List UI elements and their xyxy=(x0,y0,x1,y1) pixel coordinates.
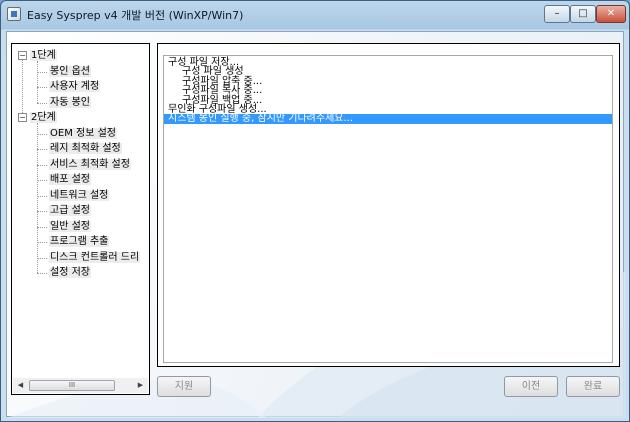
tree-item-label: 봉인 옵션 xyxy=(49,65,91,77)
tree-connector xyxy=(37,180,47,181)
tree-item[interactable]: 설정 저장 xyxy=(49,266,91,280)
tree-item-label: 고급 설정 xyxy=(49,205,91,216)
close-button[interactable]: ✕ xyxy=(596,5,626,23)
title-bar[interactable]: Easy Sysprep v4 개발 버전 (WinXP/Win7) – □ ✕ xyxy=(1,1,629,29)
scroll-right-arrow-icon[interactable]: ▶ xyxy=(133,378,148,393)
log-line-selected[interactable]: 시스템 봉인 실행 중, 잠시만 기다려주세요... xyxy=(164,114,612,125)
tree-item[interactable]: 레지 최적화 설정 xyxy=(49,142,122,156)
window-title: Easy Sysprep v4 개발 버전 (WinXP/Win7) xyxy=(27,9,244,22)
tree-connector xyxy=(37,71,47,73)
tree-group-label: 1단계 xyxy=(30,50,57,61)
tree-item[interactable]: 일반 설정 xyxy=(49,220,91,234)
tree-connector xyxy=(37,273,47,274)
tree-item-label: 자동 봉인 xyxy=(49,96,91,108)
progress-log-list[interactable]: 구성 파일 저장... 구성 파일 생성 구성파일 압축 중... 구성파일 복사 중… xyxy=(163,55,613,363)
help-button[interactable]: 지원 xyxy=(157,376,211,397)
tree-connector xyxy=(37,102,47,104)
tree-connector xyxy=(37,226,47,228)
tree-connector xyxy=(37,133,47,135)
tree-connector xyxy=(22,59,23,113)
client-area: −1단계 봉인 옵션 사용자 계정 자동 봉인 −2단계 OEM 정보 설정 레지 최적화 … xyxy=(6,31,625,418)
tree-group-1[interactable]: 1단계 xyxy=(30,49,57,63)
tree-item-label: 서비스 최적화 설정 xyxy=(49,158,131,170)
tree-item[interactable]: 디스크 컨트롤러 드리 xyxy=(49,251,141,265)
step-tree[interactable]: −1단계 봉인 옵션 사용자 계정 자동 봉인 −2단계 OEM 정보 설정 레지 최적화 … xyxy=(14,47,149,377)
tree-connector xyxy=(37,87,47,88)
app-icon xyxy=(7,7,21,21)
tree-connector xyxy=(37,242,47,243)
maximize-button[interactable]: □ xyxy=(570,5,596,23)
tree-item-label: 일반 설정 xyxy=(49,220,91,232)
prev-button[interactable]: 이전 xyxy=(504,376,558,397)
tree-connector xyxy=(37,123,38,273)
main-window: Easy Sysprep v4 개발 버전 (WinXP/Win7) – □ ✕… xyxy=(0,0,630,422)
minimize-button[interactable]: – xyxy=(544,5,570,23)
tree-item-label: 배포 설정 xyxy=(49,174,91,185)
tree-item[interactable]: 서비스 최적화 설정 xyxy=(49,158,131,172)
step-tree-panel: −1단계 봉인 옵션 사용자 계정 자동 봉인 −2단계 OEM 정보 설정 레지 최적화 … xyxy=(11,43,150,395)
tree-connector xyxy=(37,149,47,150)
tree-item[interactable]: 네트워크 설정 xyxy=(49,189,110,203)
tree-item[interactable]: 봉인 옵션 xyxy=(49,65,91,79)
tree-item[interactable]: OEM 정보 설정 xyxy=(49,127,117,141)
tree-item[interactable]: 고급 설정 xyxy=(49,204,91,218)
progress-log-frame: 구성 파일 저장... 구성 파일 생성 구성파일 압축 중... 구성파일 복사 중… xyxy=(157,43,620,367)
tree-item-label: OEM 정보 설정 xyxy=(49,127,117,139)
tree-connector xyxy=(37,61,38,103)
tree-item-label: 레지 최적화 설정 xyxy=(49,143,122,154)
tree-item-label: 사용자 계정 xyxy=(49,81,101,92)
tree-connector xyxy=(37,195,47,197)
tree-expander-icon[interactable]: − xyxy=(18,113,27,122)
tree-item-label: 프로그램 추출 xyxy=(49,236,110,247)
tree-group-label: 2단계 xyxy=(30,112,57,123)
tree-item-label: 설정 저장 xyxy=(49,267,91,278)
tree-item[interactable]: 배포 설정 xyxy=(49,173,91,187)
tree-group-2[interactable]: 2단계 xyxy=(30,111,57,125)
tree-item-label: 디스크 컨트롤러 드리 xyxy=(49,251,141,263)
tree-item[interactable]: 자동 봉인 xyxy=(49,96,91,110)
tree-connector xyxy=(37,257,47,259)
tree-item[interactable]: 사용자 계정 xyxy=(49,80,101,94)
tree-connector xyxy=(37,211,47,212)
scroll-left-arrow-icon[interactable]: ◀ xyxy=(13,378,28,393)
scroll-thumb[interactable]: III xyxy=(29,380,115,391)
tree-horizontal-scrollbar[interactable]: ◀ III ▶ xyxy=(13,378,148,393)
tree-item[interactable]: 프로그램 추출 xyxy=(49,235,110,249)
finish-button[interactable]: 완료 xyxy=(566,376,620,397)
tree-item-label: 네트워크 설정 xyxy=(49,189,110,201)
tree-connector xyxy=(37,164,47,166)
